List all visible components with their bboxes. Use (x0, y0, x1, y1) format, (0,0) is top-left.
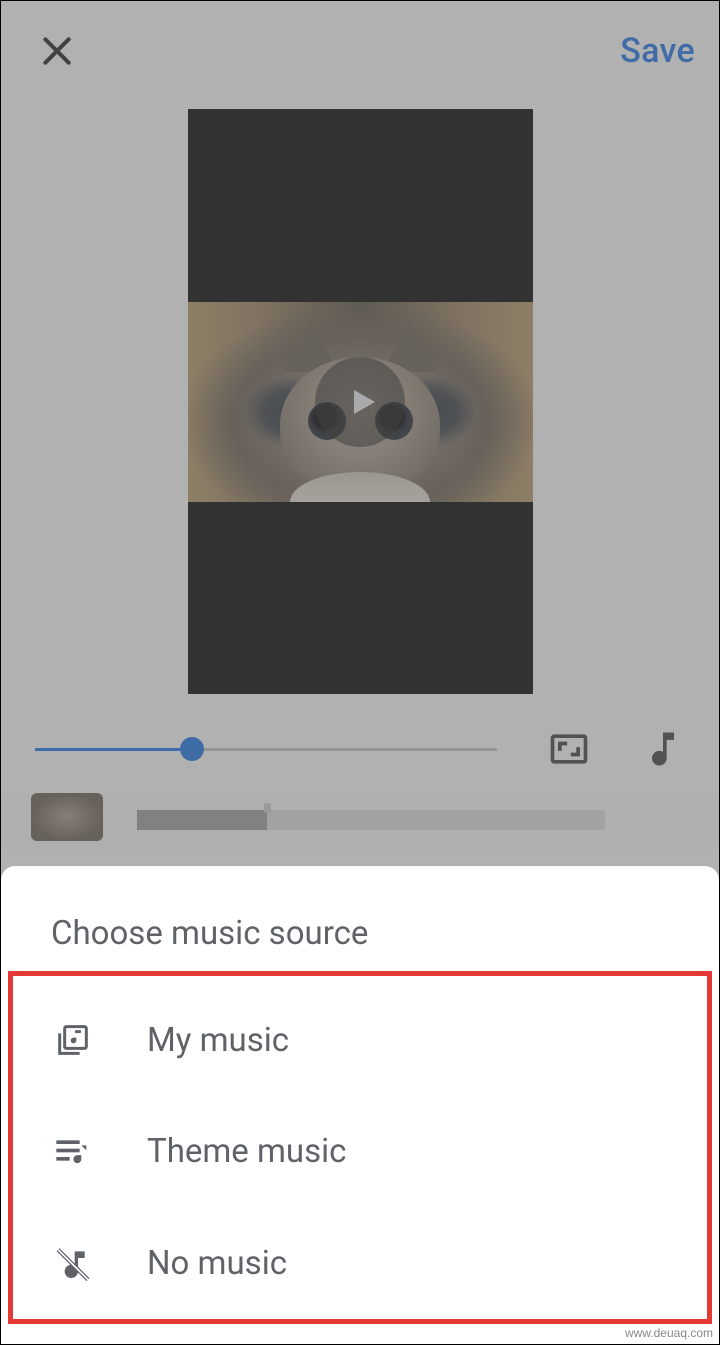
my-music-icon (51, 1020, 95, 1060)
option-no-music[interactable]: No music (13, 1207, 707, 1319)
clip-thumbnail[interactable] (31, 793, 103, 841)
close-button[interactable] (37, 31, 77, 71)
trim-handle[interactable] (264, 803, 271, 813)
video-preview-area (1, 101, 719, 694)
player-controls (1, 694, 719, 794)
aspect-ratio-button[interactable] (547, 727, 591, 771)
video-frame[interactable] (188, 109, 533, 694)
music-button[interactable] (641, 727, 685, 771)
music-note-icon (641, 727, 685, 771)
option-label: No music (147, 1244, 287, 1283)
watermark-text: www.deuaq.com (625, 1326, 713, 1340)
play-icon (345, 384, 381, 420)
option-label: Theme music (147, 1132, 346, 1171)
aspect-ratio-icon (547, 727, 591, 771)
clip-trim-bar[interactable] (137, 803, 605, 831)
play-button[interactable] (315, 357, 405, 447)
option-label: My music (147, 1021, 289, 1060)
close-icon (37, 31, 77, 71)
editor-top-bar: Save (1, 1, 719, 101)
no-music-icon (51, 1243, 95, 1283)
clip-timeline-row (1, 794, 719, 849)
save-button[interactable]: Save (620, 31, 695, 71)
music-source-sheet: Choose music source My music (1, 866, 719, 1344)
progress-fill (35, 748, 192, 751)
music-options-highlight: My music Theme music No m (8, 971, 712, 1324)
option-my-music[interactable]: My music (13, 976, 707, 1096)
progress-thumb[interactable] (180, 737, 204, 761)
progress-slider[interactable] (35, 737, 497, 761)
sheet-title: Choose music source (1, 866, 719, 971)
option-theme-music[interactable]: Theme music (13, 1096, 707, 1207)
theme-music-icon (51, 1135, 95, 1169)
